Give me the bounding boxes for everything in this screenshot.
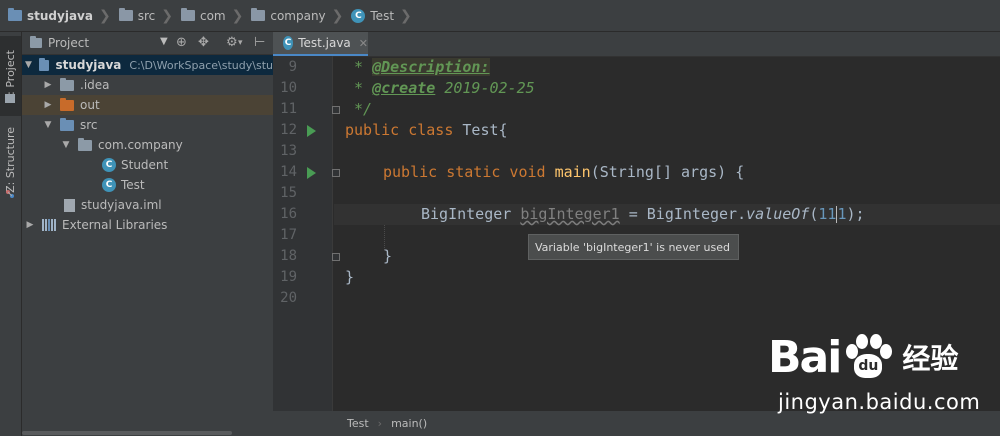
breadcrumb-com[interactable]: com bbox=[180, 0, 226, 32]
expand-arrow-icon[interactable]: ▶ bbox=[42, 80, 54, 90]
baidu-watermark: Bai du 经验 jingyan.baidu.com bbox=[768, 331, 981, 415]
module-file-icon bbox=[64, 198, 75, 212]
fold-marker-icon[interactable] bbox=[332, 106, 340, 114]
code-line-12: public class Test{ bbox=[345, 121, 508, 139]
breadcrumb-studyjava[interactable]: studyjava bbox=[8, 0, 93, 32]
project-panel: Project ▼ ⊕ ✥ ⚙ ▾ ⊢ ▼ studyjava C:\D\Wor… bbox=[22, 32, 273, 436]
expand-arrow-icon[interactable]: ▶ bbox=[24, 220, 36, 230]
folder-icon bbox=[60, 77, 74, 91]
breadcrumb-separator-icon: ❯ bbox=[98, 7, 111, 24]
code-line-16-current: BigInteger bigInteger1 = BigInteger.valu… bbox=[334, 204, 1000, 225]
close-icon[interactable]: ✕ bbox=[359, 37, 368, 50]
class-icon: C bbox=[351, 8, 366, 23]
settings-dropdown-icon[interactable]: ▾ bbox=[238, 38, 243, 48]
scroll-from-source-icon[interactable]: ⊕ bbox=[176, 35, 187, 50]
class-icon: C bbox=[102, 178, 116, 192]
libraries-icon bbox=[42, 219, 56, 231]
code-line-11: */ bbox=[345, 100, 373, 118]
breadcrumb-separator-icon: ❯ bbox=[400, 7, 412, 24]
collapse-arrow-icon[interactable]: ▼ bbox=[60, 140, 72, 150]
code-line-10: * @create 2019-02-25 bbox=[345, 79, 535, 97]
breadcrumb-separator-icon: ❯ bbox=[161, 7, 173, 24]
code-line-19: } bbox=[345, 268, 355, 286]
code-line-14: public static void main(String[] args) { bbox=[383, 163, 745, 181]
status-crumb-method[interactable]: main() bbox=[391, 417, 427, 430]
collapse-arrow-icon[interactable]: ▼ bbox=[42, 120, 54, 130]
tree-item-studyjava-iml[interactable]: studyjava.iml bbox=[22, 195, 273, 215]
scrollbar-thumb[interactable] bbox=[22, 431, 232, 435]
line-number: 15 bbox=[280, 185, 297, 201]
navigation-bar: studyjava ❯ src ❯ com ❯ company ❯ C Test… bbox=[0, 0, 1000, 32]
tree-item-idea[interactable]: ▶ .idea bbox=[22, 75, 273, 95]
collapse-arrow-icon[interactable]: ▼ bbox=[24, 60, 33, 70]
status-crumb-class[interactable]: Test bbox=[347, 417, 369, 430]
module-folder-icon bbox=[8, 8, 22, 21]
line-number: 11 bbox=[280, 101, 297, 117]
source-folder-icon bbox=[60, 117, 74, 131]
editor-gutter: 9 10 11 12 13 14 15 16 17 18 19 20 bbox=[273, 56, 340, 411]
tree-item-external-libraries[interactable]: ▶ External Libraries bbox=[22, 215, 273, 235]
breadcrumb-test[interactable]: C Test bbox=[351, 0, 394, 32]
line-number: 12 bbox=[280, 122, 297, 138]
editor-tab-bar: C Test.java ✕ bbox=[273, 32, 1000, 57]
run-main-icon[interactable] bbox=[307, 167, 316, 179]
breadcrumb-company[interactable]: company bbox=[251, 0, 326, 32]
tree-item-studyjava[interactable]: ▼ studyjava C:\D\WorkSpace\study\stu bbox=[22, 55, 273, 75]
folder-icon bbox=[118, 8, 133, 21]
code-line-18: } bbox=[383, 247, 393, 265]
line-number: 14 bbox=[280, 164, 297, 180]
project-tab-icon bbox=[5, 94, 15, 103]
collapse-all-icon[interactable]: ✥ bbox=[198, 35, 209, 50]
project-tool-tab[interactable]: 1: Project bbox=[0, 36, 21, 116]
baidu-paw-icon: du bbox=[842, 332, 894, 382]
folder-icon bbox=[251, 8, 266, 21]
line-number: 9 bbox=[288, 59, 297, 75]
line-number: 20 bbox=[280, 290, 297, 306]
breadcrumb-separator-icon: ❯ bbox=[231, 7, 244, 24]
line-number: 17 bbox=[280, 227, 297, 243]
tree-item-com-company[interactable]: ▼ com.company bbox=[22, 135, 273, 155]
breadcrumb-src[interactable]: src bbox=[118, 0, 155, 32]
class-icon: C bbox=[102, 158, 116, 172]
structure-tab-icon bbox=[5, 188, 15, 198]
project-view-icon bbox=[30, 36, 42, 48]
breadcrumb-separator-icon: ❯ bbox=[331, 7, 344, 24]
folder-icon bbox=[180, 8, 195, 21]
unused-variable: bigInteger1 bbox=[520, 205, 620, 223]
left-tool-window-bar: 1: Project Z: Structure bbox=[0, 32, 22, 436]
gear-icon[interactable]: ⚙ bbox=[226, 35, 238, 50]
class-icon: C bbox=[283, 36, 294, 50]
tree-item-src[interactable]: ▼ src bbox=[22, 115, 273, 135]
tree-item-student[interactable]: C Student bbox=[22, 155, 273, 175]
run-class-icon[interactable] bbox=[307, 125, 316, 137]
inspection-tooltip: Variable 'bigInteger1' is never used bbox=[528, 234, 739, 260]
fold-marker-icon[interactable] bbox=[332, 169, 340, 177]
excluded-folder-icon bbox=[60, 97, 74, 111]
line-number: 18 bbox=[280, 248, 297, 264]
project-view-dropdown-icon[interactable]: ▼ bbox=[160, 36, 168, 47]
breadcrumb-separator-icon: › bbox=[377, 417, 383, 430]
project-tree: ▼ studyjava C:\D\WorkSpace\study\stu ▶ .… bbox=[22, 55, 273, 235]
tab-test-java[interactable]: C Test.java ✕ bbox=[273, 32, 368, 56]
line-number: 13 bbox=[280, 143, 297, 159]
module-folder-icon bbox=[38, 57, 50, 71]
tree-item-out[interactable]: ▶ out bbox=[22, 95, 273, 115]
project-panel-toolbar: Project ▼ ⊕ ✥ ⚙ ▾ ⊢ bbox=[22, 32, 273, 55]
hide-panel-icon[interactable]: ⊢ bbox=[254, 35, 265, 50]
expand-arrow-icon[interactable]: ▶ bbox=[42, 100, 54, 110]
project-horizontal-scrollbar[interactable] bbox=[22, 430, 273, 436]
line-number: 19 bbox=[280, 269, 297, 285]
line-number: 10 bbox=[280, 80, 297, 96]
fold-marker-icon[interactable] bbox=[332, 253, 340, 261]
line-number: 16 bbox=[280, 206, 297, 222]
code-line-9: * @Description: bbox=[345, 58, 490, 76]
package-icon bbox=[78, 137, 92, 151]
tree-item-test[interactable]: C Test bbox=[22, 175, 273, 195]
